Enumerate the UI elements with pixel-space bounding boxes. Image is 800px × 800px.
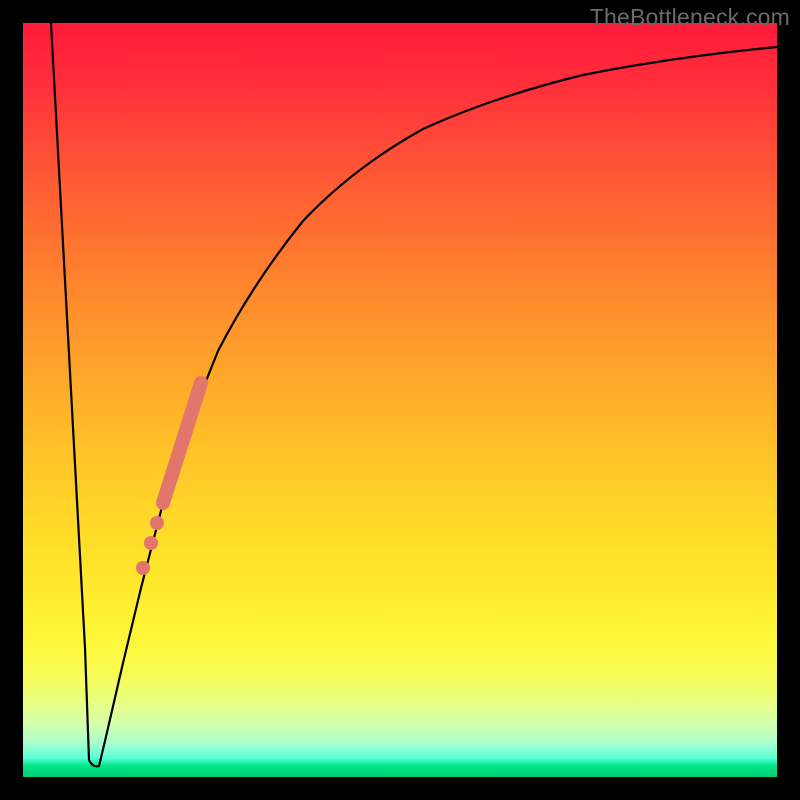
bottleneck-curve [51, 23, 777, 766]
chart-container: TheBottleneck.com [0, 0, 800, 800]
highlight-dot [144, 536, 158, 550]
highlight-dot [136, 561, 150, 575]
plot-area [23, 23, 777, 777]
curve-layer [23, 23, 777, 777]
watermark-text: TheBottleneck.com [590, 4, 790, 31]
highlight-segment [163, 383, 201, 503]
highlight-dot [150, 516, 164, 530]
